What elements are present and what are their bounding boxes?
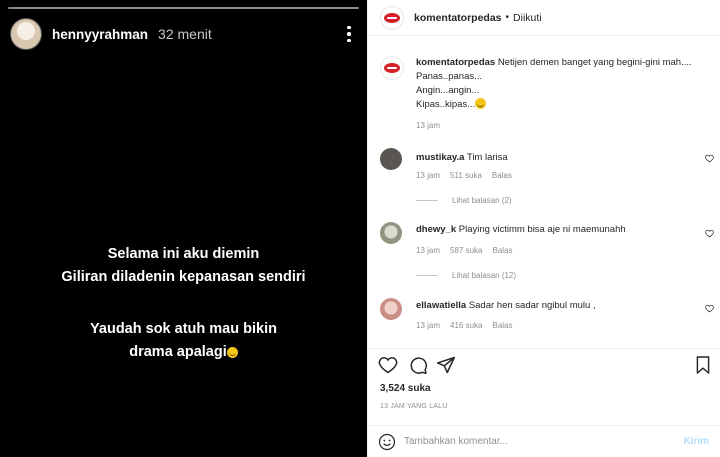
emoji-smile-icon[interactable]: [378, 433, 396, 451]
comment-item: dhewy_k Playing victimm bisa aje ni maem…: [380, 222, 710, 244]
caption-avatar-icon[interactable]: [380, 56, 404, 80]
caption-time: 13 jam: [416, 121, 441, 130]
story-avatar[interactable]: [10, 18, 42, 50]
post-panel: komentatorpedas • Diikuti komentatorpeda…: [367, 0, 720, 457]
comment-input[interactable]: [404, 436, 666, 447]
story-text-block-2: Yaudah sok atuh mau bikin drama apalagi: [0, 318, 367, 364]
grinning-face-emoji-icon: [475, 98, 487, 109]
story-header: hennyyrahman 32 menit: [10, 18, 357, 50]
header-separator: •: [505, 12, 510, 23]
comment-username[interactable]: ellawatiella: [416, 300, 466, 311]
story-text-line: drama apalagi: [129, 344, 227, 360]
story-progress-bar: [8, 7, 359, 9]
comment-likes[interactable]: 416 suka: [450, 321, 482, 330]
caption-text: Angin...angin...: [416, 85, 480, 96]
story-time: 32 menit: [158, 26, 212, 42]
like-comment-heart-icon[interactable]: [705, 304, 714, 313]
share-send-icon[interactable]: [436, 355, 456, 375]
comment-likes[interactable]: 511 suka: [450, 171, 482, 180]
reply-button[interactable]: Balas: [492, 246, 512, 255]
caption-text: Panas..panas...: [416, 71, 483, 82]
post-timestamp: 13 JAM YANG LALU: [380, 403, 448, 410]
comment-text: Sadar hen sadar ngibul mulu ,: [468, 300, 596, 311]
caption-text: Netijen demen banget yang begini-gini ma…: [497, 57, 692, 68]
comment-time: 13 jam: [416, 321, 441, 330]
save-bookmark-icon[interactable]: [695, 355, 711, 375]
more-options-icon[interactable]: [341, 25, 357, 43]
reply-button[interactable]: Balas: [492, 321, 512, 330]
view-replies-button[interactable]: Lihat balasan (12): [416, 271, 516, 280]
like-heart-icon[interactable]: [378, 355, 398, 375]
story-viewer: hennyyrahman 32 menit Selama ini aku die…: [0, 0, 367, 457]
comment-meta: 13 jam 587 suka Balas: [416, 246, 513, 255]
story-text-line: Selama ini aku diemin: [107, 246, 260, 262]
reply-button[interactable]: Balas: [492, 171, 512, 180]
story-text-block-1: Selama ini aku diemin Giliran diladenin …: [0, 243, 367, 289]
comment-time: 13 jam: [416, 171, 441, 180]
like-comment-heart-icon[interactable]: [705, 154, 714, 163]
header-username[interactable]: komentatorpedas: [414, 12, 502, 24]
view-replies-button[interactable]: Lihat balasan (2): [416, 196, 512, 205]
comment-avatar[interactable]: [380, 298, 402, 320]
comment-meta: 13 jam 511 suka Balas: [416, 171, 512, 180]
comment-bubble-icon[interactable]: [408, 355, 428, 375]
action-bar: [368, 348, 720, 378]
likes-count[interactable]: 3,524 suka: [380, 383, 431, 394]
comment-text: Tim larisa: [466, 152, 508, 163]
story-text-line: Yaudah sok atuh mau bikin: [90, 321, 277, 337]
comment-username[interactable]: mustikay.a: [416, 152, 464, 163]
post-header: komentatorpedas • Diikuti: [368, 0, 720, 36]
post-comment-button[interactable]: Kirim: [683, 436, 709, 447]
comment-text: Playing victimm bisa aje ni maemunahh: [458, 224, 626, 235]
like-comment-heart-icon[interactable]: [705, 229, 714, 238]
comment-item: mustikay.a Tim larisa: [380, 148, 710, 170]
comment-likes[interactable]: 587 suka: [450, 246, 482, 255]
grinning-face-emoji-icon: [226, 347, 238, 358]
add-comment-bar: Kirim: [368, 425, 720, 457]
comment-time: 13 jam: [416, 246, 441, 255]
caption-username[interactable]: komentatorpedas: [416, 57, 495, 68]
comment-avatar[interactable]: [380, 148, 402, 170]
caption-text: Kipas..kipas...: [416, 99, 476, 110]
story-username[interactable]: hennyyrahman: [52, 27, 148, 42]
comment-item: ellawatiella Sadar hen sadar ngibul mulu…: [380, 298, 710, 320]
story-text-line: Giliran diladenin kepanasan sendiri: [61, 269, 306, 285]
account-logo-icon[interactable]: [380, 5, 404, 30]
comment-avatar[interactable]: [380, 222, 402, 244]
comment-username[interactable]: dhewy_k: [416, 224, 456, 235]
comment-meta: 13 jam 416 suka Balas: [416, 321, 513, 330]
follow-status-button[interactable]: Diikuti: [513, 12, 542, 24]
post-caption: komentatorpedas Netijen demen banget yan…: [380, 56, 710, 112]
